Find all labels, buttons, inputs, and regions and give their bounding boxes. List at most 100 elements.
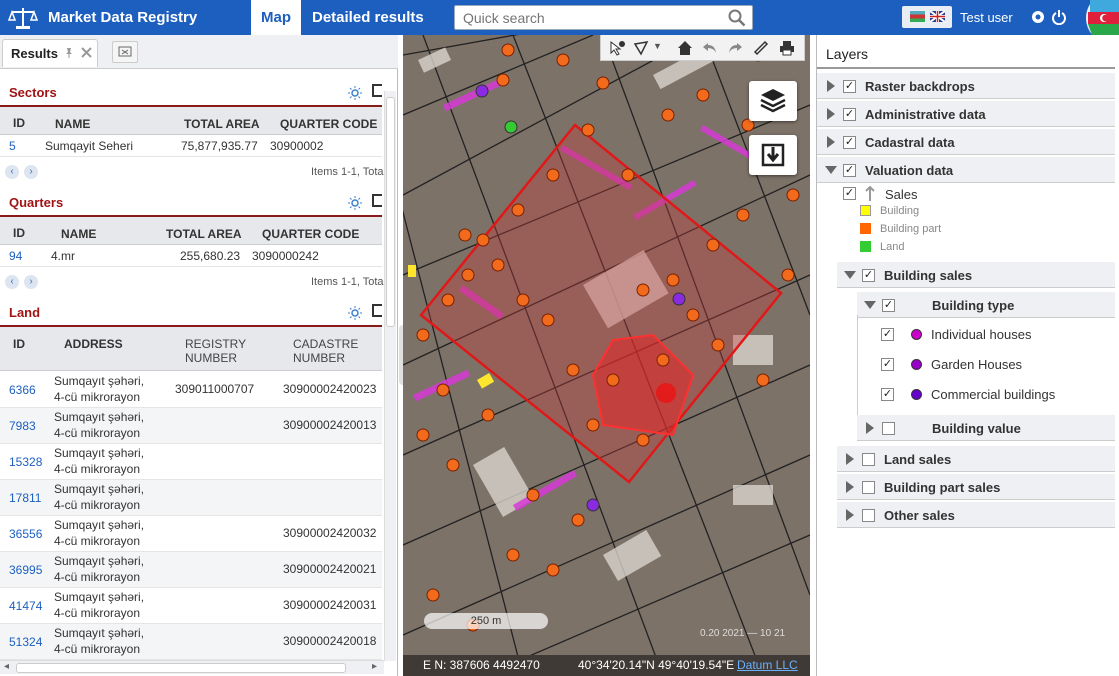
col-registry-number[interactable]: REGISTRY NUMBER [185,337,246,365]
tab-results[interactable]: Results [2,39,98,67]
print-icon[interactable] [779,40,795,56]
clear-results-button[interactable] [112,41,138,63]
tab-detailed-results[interactable]: Detailed results [302,0,434,35]
layer-checkbox[interactable] [882,422,895,435]
table-row[interactable]: 17811 Sumqayıt şəhəri, 4-cü mikrorayon [0,480,382,516]
row-id-link[interactable]: 51324 [9,635,42,649]
scroll-left-arrow-icon[interactable]: ◂ [4,661,9,672]
layer-land-sales[interactable]: Land sales [837,446,1115,472]
redo-icon[interactable] [727,40,743,56]
row-id-link[interactable]: 36995 [9,563,42,577]
layer-checkbox[interactable] [862,509,875,522]
pager-prev-button[interactable]: ‹ [5,275,19,289]
table-row[interactable]: 15328 Sumqayıt şəhəri, 4-cü mikrorayon [0,444,382,480]
col-name[interactable]: NAME [55,117,90,131]
search-icon[interactable] [728,9,746,27]
row-id-link[interactable]: 17811 [9,491,41,505]
layer-checkbox[interactable] [862,453,875,466]
row-id-link[interactable]: 5 [9,139,16,153]
row-id-link[interactable]: 7983 [9,419,36,433]
horizontal-scrollbar[interactable]: ◂ ▸ [0,660,384,674]
expand-arrow-icon[interactable] [846,481,854,493]
expand-arrow-icon[interactable] [827,108,835,120]
map-canvas[interactable] [403,35,810,676]
collapse-arrow-icon[interactable] [825,166,837,174]
tab-map[interactable]: Map [251,0,301,35]
col-total-area[interactable]: TOTAL AREA [184,117,260,131]
scroll-right-arrow-icon[interactable]: ▸ [372,661,377,672]
expand-arrow-icon[interactable] [827,136,835,148]
scrollbar-thumb[interactable] [386,97,395,327]
select-shape-icon[interactable] [633,40,649,56]
row-id-link[interactable]: 36556 [9,527,42,541]
user-name[interactable]: Test user [960,10,1013,25]
vertical-scrollbar[interactable] [384,91,396,661]
pager-next-button[interactable]: › [24,165,38,179]
highlight-sun-icon[interactable] [348,306,362,320]
highlight-sun-icon[interactable] [348,196,362,210]
table-row[interactable]: 41474 Sumqayıt şəhəri, 4-cü mikrorayon 3090… [0,588,382,624]
power-icon[interactable] [1051,9,1067,25]
table-row[interactable]: 36556 Sumqayıt şəhəri, 4-cü mikrorayon 3090… [0,516,382,552]
layer-checkbox[interactable]: ✓ [843,108,856,121]
home-icon[interactable] [677,40,693,56]
col-cadastre-number[interactable]: CADASTRE NUMBER [293,337,358,365]
col-id[interactable]: ID [13,226,25,240]
table-row[interactable]: 6366 Sumqayıt şəhəri, 4-cü mikrorayon 30901… [0,372,382,408]
row-id-link[interactable]: 94 [9,249,22,263]
dropdown-arrow-icon[interactable]: ▼ [653,41,662,51]
table-row[interactable]: 94 4.mr 255,680.23 3090000242 [0,245,382,267]
table-row[interactable]: 5 Sumqayit Seheri 75,877,935.77 30900002 [0,135,382,157]
layer-checkbox[interactable]: ✓ [843,164,856,177]
search-input[interactable] [455,6,715,29]
scrollbar-thumb[interactable] [16,663,346,673]
col-name[interactable]: NAME [61,227,96,241]
type-checkbox[interactable]: ✓ [881,358,894,371]
layer-checkbox[interactable]: ✓ [843,136,856,149]
row-id-link[interactable]: 6366 [9,383,36,397]
layer-administrative-data[interactable]: ✓ Administrative data [817,101,1115,127]
collapse-arrow-icon[interactable] [844,271,856,279]
settings-dot-icon[interactable] [1030,9,1046,25]
col-id[interactable]: ID [13,116,25,130]
layer-raster-backdrops[interactable]: ✓ Raster backdrops [817,73,1115,99]
download-button[interactable] [749,135,797,175]
layer-checkbox[interactable] [862,481,875,494]
type-checkbox[interactable]: ✓ [881,388,894,401]
sales-checkbox[interactable]: ✓ [843,187,856,200]
undo-icon[interactable] [702,40,718,56]
expand-arrow-icon[interactable] [827,80,835,92]
pager-prev-button[interactable]: ‹ [5,165,19,179]
col-id[interactable]: ID [13,337,25,351]
pager-next-button[interactable]: › [24,275,38,289]
measure-ruler-icon[interactable] [753,40,769,56]
close-icon[interactable] [81,47,92,58]
layer-building-part-sales[interactable]: Building part sales [837,474,1115,500]
zoom-to-extent-icon[interactable] [372,194,382,207]
pin-icon[interactable] [63,47,75,59]
layer-cadastral-data[interactable]: ✓ Cadastral data [817,129,1115,155]
layer-building-sales[interactable]: ✓ Building sales [837,262,1115,288]
table-row[interactable]: 51324 Sumqayıt şəhəri, 4-cü mikrorayon 3090… [0,624,382,660]
layer-building-type[interactable]: ✓ Building type [857,292,1115,318]
layer-building-value[interactable]: Building value [857,415,1115,441]
layers-toggle-button[interactable] [749,81,797,121]
table-row[interactable]: 7983 Sumqayıt şəhəri, 4-cü mikrorayon 30900… [0,408,382,444]
zoom-to-extent-icon[interactable] [372,304,382,317]
collapse-arrow-icon[interactable] [864,301,876,309]
expand-arrow-icon[interactable] [866,422,874,434]
col-total-area[interactable]: TOTAL AREA [166,227,242,241]
layer-checkbox[interactable]: ✓ [843,80,856,93]
row-id-link[interactable]: 41474 [9,599,42,613]
table-row[interactable]: 36995 Sumqayıt şəhəri, 4-cü mikrorayon 3090… [0,552,382,588]
layer-checkbox[interactable]: ✓ [882,299,895,312]
row-id-link[interactable]: 15328 [9,455,42,469]
col-quarter-code[interactable]: QUARTER CODE [280,117,377,131]
layer-checkbox[interactable]: ✓ [862,269,875,282]
layer-other-sales[interactable]: Other sales [837,502,1115,528]
info-cursor-icon[interactable] [609,40,625,56]
col-address[interactable]: ADDRESS [64,337,123,351]
type-checkbox[interactable]: ✓ [881,328,894,341]
expand-arrow-icon[interactable] [846,453,854,465]
zoom-to-extent-icon[interactable] [372,84,382,97]
